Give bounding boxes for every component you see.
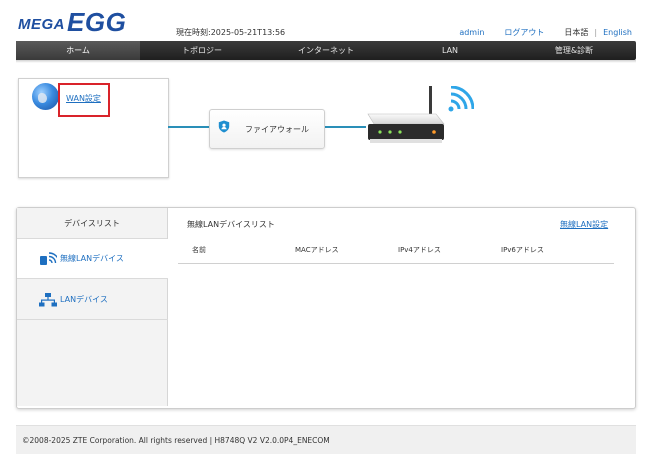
connector-firewall-router	[323, 126, 366, 128]
wireless-device-icon	[40, 251, 57, 265]
lang-separator: |	[594, 28, 598, 37]
lan-network-icon	[39, 292, 57, 306]
logo-mega: MEGA	[18, 16, 65, 33]
lang-japanese[interactable]: 日本語	[564, 27, 588, 38]
current-time: 現在時刻:2025-05-21T13:56	[176, 28, 286, 37]
column-header-mac: MACアドレス	[295, 246, 339, 254]
logout-link[interactable]: ログアウト	[504, 27, 544, 38]
logo: MEGA EGG	[18, 7, 127, 37]
connector-wan-firewall	[168, 126, 209, 128]
router-icon	[367, 86, 445, 143]
sidebar-item-label: 無線LANデバイス	[60, 254, 124, 263]
column-header-name: 名前	[192, 246, 206, 254]
globe-icon	[32, 83, 59, 110]
table-header-divider	[178, 263, 614, 264]
user-link[interactable]: admin	[459, 28, 484, 37]
footer-copyright: ©2008-2025 ZTE Corporation. All rights r…	[22, 435, 330, 445]
tab-lan[interactable]: LAN	[388, 41, 512, 60]
nav-shadow	[16, 60, 636, 63]
tab-home[interactable]: ホーム	[16, 41, 140, 60]
header-links: admin ログアウト 日本語 | English	[459, 27, 632, 38]
wan-link-highlight	[58, 83, 110, 117]
sidebar-item-wireless-devices[interactable]: 無線LANデバイス	[17, 239, 168, 279]
tab-internet[interactable]: インターネット	[264, 41, 388, 60]
firewall-label: ファイアウォール	[245, 125, 309, 134]
wireless-device-list-title: 無線LANデバイスリスト	[187, 220, 275, 229]
wifi-signal-icon	[448, 86, 474, 112]
column-header-ipv4: IPv4アドレス	[398, 246, 441, 254]
tab-management[interactable]: 管理&診断	[512, 41, 636, 60]
tab-topology[interactable]: トポロジー	[140, 41, 264, 60]
device-list-title: デバイスリスト	[17, 208, 167, 239]
lang-english[interactable]: English	[603, 28, 632, 37]
wireless-lan-settings-link[interactable]: 無線LAN設定	[560, 219, 608, 230]
footer: ©2008-2025 ZTE Corporation. All rights r…	[16, 425, 636, 454]
sidebar-item-label: LANデバイス	[60, 295, 108, 304]
sidebar-item-lan-devices[interactable]: LANデバイス	[17, 280, 168, 320]
active-item-pointer	[166, 253, 171, 263]
shield-icon	[218, 120, 230, 133]
main-nav: ホーム トポロジー インターネット LAN 管理&診断	[16, 41, 636, 60]
logo-egg: EGG	[67, 7, 127, 37]
column-header-ipv6: IPv6アドレス	[501, 246, 544, 254]
